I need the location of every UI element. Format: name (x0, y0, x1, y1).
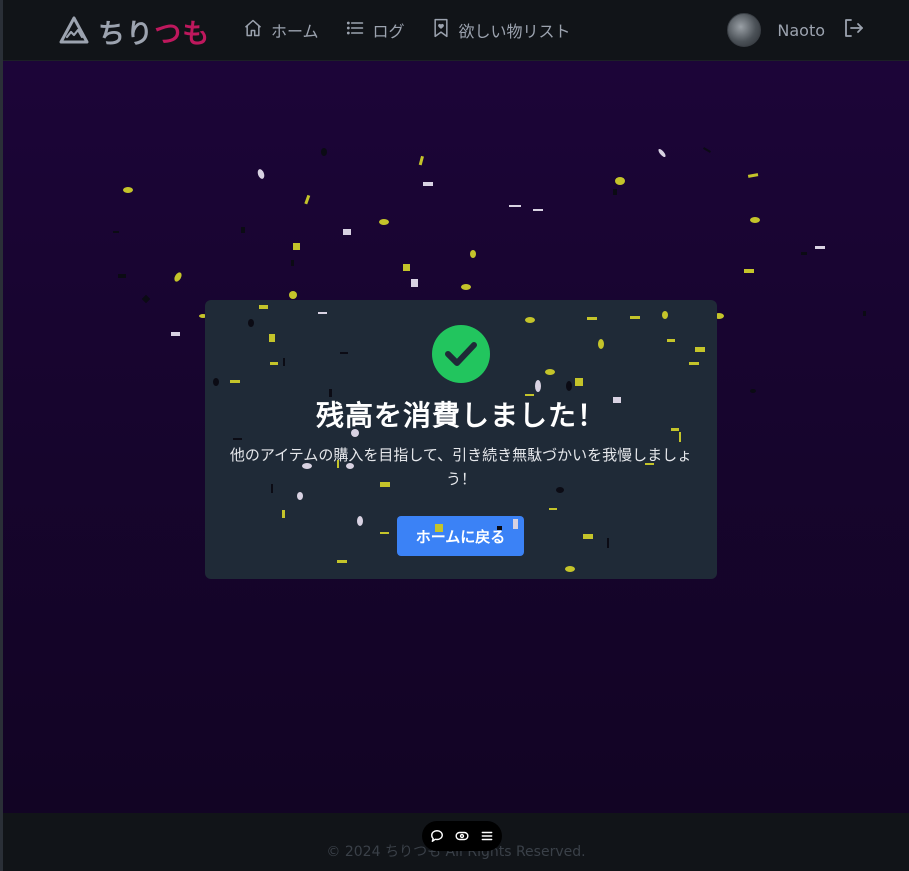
brand-logo[interactable]: ちりつも (58, 12, 210, 51)
menu-icon[interactable] (477, 826, 497, 846)
success-dialog: 残高を消費しました！ 他のアイテムの購入を目指して、引き続き無駄づかいを我慢しま… (205, 300, 717, 579)
nav-wishlist-label: 欲しい物リスト (458, 22, 571, 41)
logout-icon[interactable] (841, 16, 865, 44)
floating-toolbar (422, 821, 502, 851)
nav-home-label: ホーム (271, 22, 319, 41)
bookmark-icon (431, 17, 451, 43)
nav-home[interactable]: ホーム (243, 17, 319, 43)
app-window: ちりつも ホーム ログ 欲しい物リスト Naoto 残高を消費しました！ 他のア… (0, 0, 909, 871)
dialog-title: 残高を消費しました！ (315, 399, 606, 432)
eye-icon[interactable] (452, 826, 472, 846)
avatar[interactable] (727, 13, 762, 47)
nav-log[interactable]: ログ (345, 17, 405, 43)
page-footer: © 2024 ちりつも All Rights Reserved. (3, 813, 909, 871)
dialog-message: 他のアイテムの購入を目指して、引き続き無駄づかいを我慢しましょう！ (229, 446, 693, 488)
nav-log-label: ログ (372, 22, 405, 41)
main-content: 残高を消費しました！ 他のアイテムの購入を目指して、引き続き無駄づかいを我慢しま… (3, 61, 909, 813)
mountain-logo-icon (58, 15, 90, 49)
top-navbar: ちりつも ホーム ログ 欲しい物リスト Naoto (3, 0, 909, 61)
user-name: Naoto (777, 20, 825, 40)
brand-name-part2: つも (154, 19, 211, 50)
main-nav: ホーム ログ 欲しい物リスト (243, 17, 571, 43)
back-home-button[interactable]: ホームに戻る (397, 516, 524, 556)
comment-icon[interactable] (427, 826, 447, 846)
check-circle-icon (432, 325, 490, 383)
user-menu: Naoto (727, 13, 865, 47)
home-icon (243, 18, 263, 42)
nav-wishlist[interactable]: 欲しい物リスト (431, 17, 571, 43)
brand-name-part1: ちり (98, 19, 155, 50)
list-icon (345, 18, 365, 42)
brand-name: ちりつも (98, 12, 210, 51)
